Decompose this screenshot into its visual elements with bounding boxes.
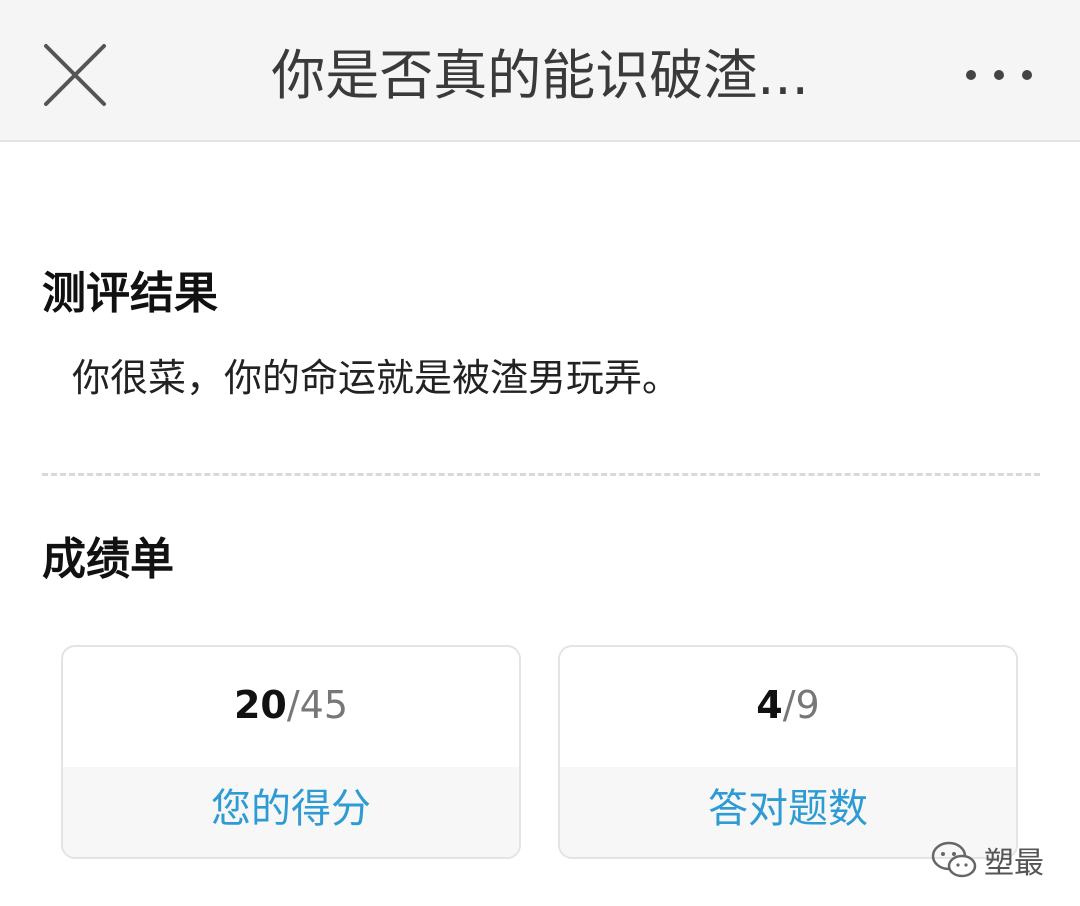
result-text: 你很菜，你的命运就是被渣男玩弄。	[72, 356, 681, 400]
result-heading: 测评结果	[42, 268, 218, 319]
correct-count-value: 4/9	[560, 675, 1016, 735]
score-value: 20/45	[63, 675, 519, 735]
more-dots-icon	[966, 70, 1032, 80]
correct-count-card: 4/9 答对题数	[558, 645, 1018, 859]
watermark-text: 塑最	[984, 846, 1044, 881]
correct-count-number: 4	[756, 683, 783, 727]
score-card: 20/45 您的得分	[61, 645, 521, 859]
page-title: 你是否真的能识破渣...	[271, 44, 809, 107]
more-options-button[interactable]	[955, 52, 1045, 98]
score-number: 20	[233, 683, 287, 727]
section-divider	[42, 473, 1040, 476]
navigation-bar: 你是否真的能识破渣...	[0, 0, 1080, 142]
close-icon	[44, 44, 106, 106]
close-button[interactable]	[40, 40, 110, 110]
correct-count-total: /9	[782, 683, 820, 727]
scorecard-heading: 成绩单	[42, 534, 174, 585]
wechat-icon	[931, 841, 977, 878]
score-label: 您的得分	[63, 767, 519, 857]
watermark: 塑最	[930, 838, 1044, 882]
score-total: /45	[286, 683, 349, 727]
